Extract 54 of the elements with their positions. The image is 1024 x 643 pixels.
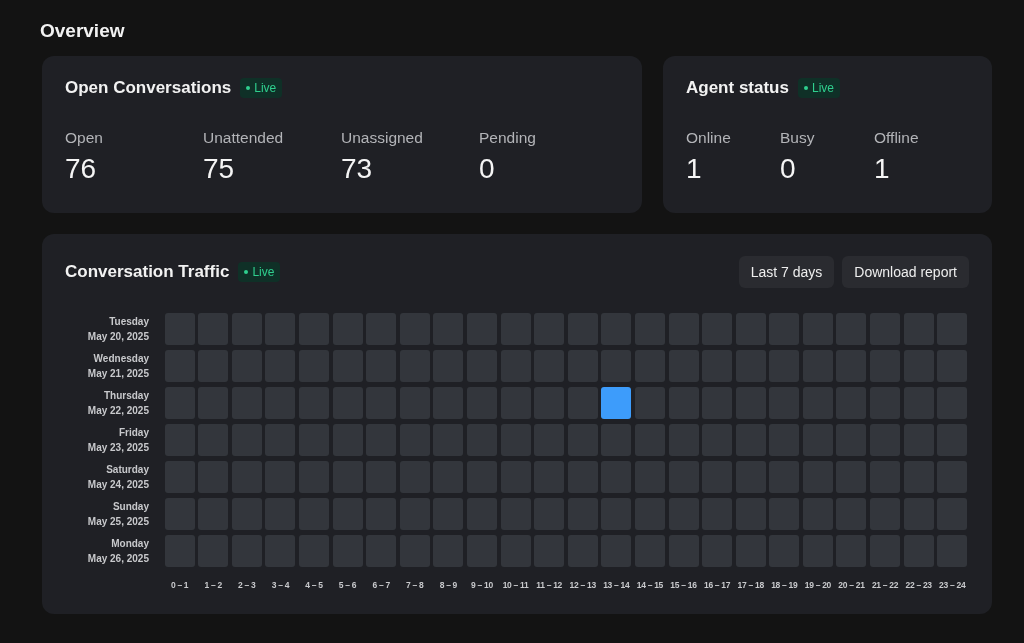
hour-label: 0 – 1: [169, 580, 190, 590]
day-label: Monday May 26, 2025: [86, 537, 150, 566]
download-button[interactable]: Download report: [842, 256, 969, 288]
hour-label: 14 – 15: [635, 580, 665, 590]
hour-label: 4 – 5: [304, 580, 324, 590]
stat-label: Online: [686, 129, 731, 147]
hour-label: 7 – 8: [405, 580, 425, 590]
hour-label: 22 – 23: [904, 580, 933, 590]
page-title: Overview: [40, 20, 126, 42]
hour-label: 15 – 16: [669, 580, 698, 590]
hour-label: 8 – 9: [438, 580, 459, 590]
hour-label: 2 – 3: [237, 580, 257, 590]
day-label: Wednesday May 21, 2025: [86, 352, 150, 381]
hour-label: 17 – 18: [736, 580, 765, 590]
stat-label: Unattended: [203, 129, 284, 147]
day-label: Friday May 23, 2025: [86, 426, 150, 455]
stat-value: 1: [874, 153, 890, 185]
day-label: Thursday May 22, 2025: [86, 389, 150, 418]
hour-label: 23 – 24: [938, 580, 967, 590]
day-label: Sunday May 25, 2025: [86, 500, 150, 529]
live-badge: Live: [797, 78, 840, 98]
stat-label: Pending: [479, 129, 536, 147]
hour-label: 13 – 14: [602, 580, 631, 590]
stat-label: Busy: [780, 129, 815, 147]
stat-value: 73: [341, 153, 373, 185]
stat-value: 1: [686, 153, 702, 185]
hour-label: 18 – 19: [770, 580, 799, 590]
card-title: Agent status: [686, 78, 789, 98]
stat-label: Unassigned: [341, 129, 423, 147]
hour-label: 9 – 10: [470, 580, 494, 590]
stat-value: 76: [65, 153, 97, 185]
date-range-button[interactable]: Last 7 days: [738, 256, 835, 288]
hour-label: 21 – 22: [870, 580, 900, 590]
live-badge: Live: [240, 78, 283, 98]
hour-label: 10 – 11: [501, 580, 530, 590]
hour-label: 6 – 7: [371, 580, 391, 590]
stat-label: Open: [65, 129, 103, 147]
hour-label: 5 – 6: [337, 580, 358, 590]
hour-label: 11 – 12: [535, 580, 563, 590]
stat-value: 0: [780, 153, 796, 185]
hour-label: 1 – 2: [203, 580, 223, 590]
stat-value: 75: [203, 153, 235, 185]
hour-label: 12 – 13: [568, 580, 597, 590]
live-badge: Live: [238, 262, 281, 282]
stat-label: Offline: [874, 129, 919, 147]
card-title: Open Conversations: [65, 78, 232, 98]
day-label: Saturday May 24, 2025: [86, 463, 150, 492]
card-title: Conversation Traffic: [65, 262, 230, 282]
hour-label: 19 – 20: [803, 580, 832, 590]
hour-label: 20 – 21: [837, 580, 866, 590]
hour-label: 16 – 17: [702, 580, 732, 590]
stat-value: 0: [479, 153, 495, 185]
hour-label: 3 – 4: [270, 580, 291, 590]
day-label: Tuesday May 20, 2025: [86, 315, 150, 344]
